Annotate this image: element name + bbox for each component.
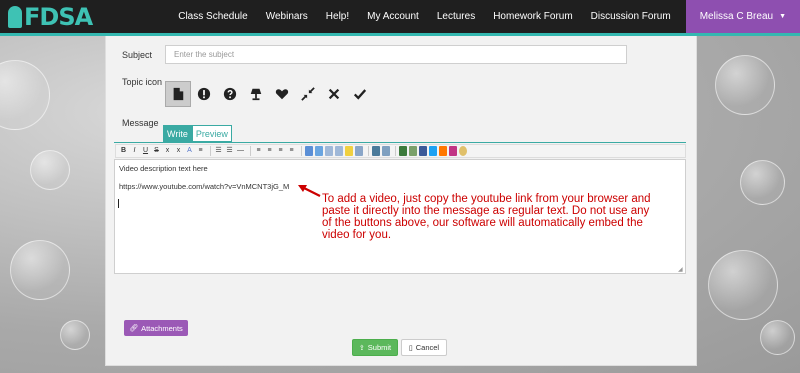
red-arrow-icon	[298, 185, 321, 197]
toolbar-separator	[250, 146, 251, 156]
bubble-decoration	[0, 60, 50, 130]
subject-label: Subject	[122, 50, 153, 60]
align-center-icon[interactable]: ≡	[265, 146, 274, 156]
smiley-icon[interactable]	[459, 146, 467, 156]
attachments-label: Attachments	[141, 323, 183, 333]
attachments-button[interactable]: 🔗︎ Attachments	[124, 320, 188, 336]
main-nav: Class Schedule Webinars Help! My Account…	[169, 0, 800, 33]
nav-webinars[interactable]: Webinars	[257, 0, 317, 33]
align-left-icon[interactable]: ≡	[254, 146, 263, 156]
format-icon[interactable]: ≡	[196, 146, 205, 156]
nav-my-account[interactable]: My Account	[358, 0, 428, 33]
nav-homework-forum[interactable]: Homework Forum	[484, 0, 581, 33]
align-justify-icon[interactable]: ≡	[287, 146, 296, 156]
underline-button[interactable]: U	[141, 146, 150, 156]
submit-button[interactable]: ⇪ Submit	[352, 339, 398, 356]
code-icon[interactable]	[335, 146, 343, 156]
link-icon[interactable]	[315, 146, 323, 156]
superscript-button[interactable]: x	[174, 146, 183, 156]
nav-lectures[interactable]: Lectures	[428, 0, 484, 33]
top-navbar: FDSA Class Schedule Webinars Help! My Ac…	[0, 0, 800, 33]
nav-discussion-forum[interactable]: Discussion Forum	[582, 0, 680, 33]
trash-icon: ▯	[408, 344, 413, 352]
font-color-button[interactable]: A	[185, 146, 194, 156]
tab-write[interactable]: Write	[163, 125, 192, 142]
editor-tabs: Write Preview	[163, 125, 232, 142]
toolbar-separator	[395, 146, 396, 156]
paperclip-icon: 🔗︎	[129, 325, 139, 332]
cancel-label: Cancel	[415, 343, 440, 352]
cancel-button[interactable]: ▯ Cancel	[401, 339, 447, 356]
bubble-decoration	[715, 55, 775, 115]
soundcloud-icon[interactable]	[439, 146, 447, 156]
submit-label: Submit	[367, 343, 392, 352]
video-icon[interactable]	[372, 146, 380, 156]
toolbar-separator	[368, 146, 369, 156]
emoticon-icon[interactable]	[345, 146, 353, 156]
strike-button[interactable]: S	[152, 146, 161, 156]
bubble-decoration	[10, 240, 70, 300]
document-icon[interactable]	[165, 81, 191, 107]
quote-icon[interactable]	[355, 146, 363, 156]
toolbar-separator	[301, 146, 302, 156]
table-icon[interactable]	[325, 146, 333, 156]
editor-toolbar: B I U S x x A ≡ ☰ ☰ — ≡ ≡ ≡ ≡	[115, 144, 686, 158]
subject-input[interactable]	[165, 45, 627, 64]
check-icon[interactable]	[347, 81, 373, 107]
bubble-decoration	[60, 320, 90, 350]
editor-line: Video description text here	[119, 164, 208, 173]
bubble-decoration	[708, 250, 778, 320]
editor-url-line: https://www.youtube.com/watch?v=VnMCNT3j…	[119, 182, 290, 191]
twitter-icon[interactable]	[429, 146, 437, 156]
video-embed-annotation: To add a video, just copy the youtube li…	[322, 193, 651, 241]
logo-text: FDSA	[24, 3, 93, 31]
bold-button[interactable]: B	[119, 146, 128, 156]
topic-icon-picker	[165, 81, 373, 107]
facebook-icon[interactable]	[419, 146, 427, 156]
exclamation-icon[interactable]	[191, 81, 217, 107]
user-menu[interactable]: Melissa C Breau ▼	[685, 0, 800, 33]
bubble-decoration	[30, 150, 70, 190]
bubble-decoration	[740, 160, 785, 205]
instagram-icon[interactable]	[449, 146, 457, 156]
compress-icon[interactable]	[295, 81, 321, 107]
chevron-down-icon: ▼	[779, 13, 786, 20]
nav-help[interactable]: Help!	[317, 0, 358, 33]
text-cursor	[118, 199, 119, 208]
question-icon[interactable]	[217, 81, 243, 107]
resize-handle-icon[interactable]: ◢	[678, 266, 683, 273]
times-icon[interactable]	[321, 81, 347, 107]
media-icon[interactable]	[382, 146, 390, 156]
site-logo[interactable]: FDSA	[8, 3, 93, 31]
numbered-list-icon[interactable]: ☰	[225, 146, 234, 156]
lamp-icon[interactable]	[243, 81, 269, 107]
bubble-decoration	[760, 320, 795, 355]
subscript-button[interactable]: x	[163, 146, 172, 156]
message-label: Message	[122, 118, 159, 128]
ebay-icon[interactable]	[409, 146, 417, 156]
horizontal-rule-icon[interactable]: —	[236, 146, 245, 156]
image-icon[interactable]	[305, 146, 313, 156]
align-right-icon[interactable]: ≡	[276, 146, 285, 156]
heart-icon[interactable]	[269, 81, 295, 107]
user-name: Melissa C Breau	[699, 11, 774, 22]
bullet-list-icon[interactable]: ☰	[214, 146, 223, 156]
toolbar-separator	[210, 146, 211, 156]
map-icon[interactable]	[399, 146, 407, 156]
tabs-underline	[114, 142, 686, 143]
upload-icon: ⇪	[358, 344, 365, 352]
tab-preview[interactable]: Preview	[191, 125, 232, 142]
dog-logo-icon	[8, 6, 22, 28]
italic-button[interactable]: I	[130, 146, 139, 156]
nav-class-schedule[interactable]: Class Schedule	[169, 0, 256, 33]
topic-icon-label: Topic icon	[122, 77, 163, 87]
